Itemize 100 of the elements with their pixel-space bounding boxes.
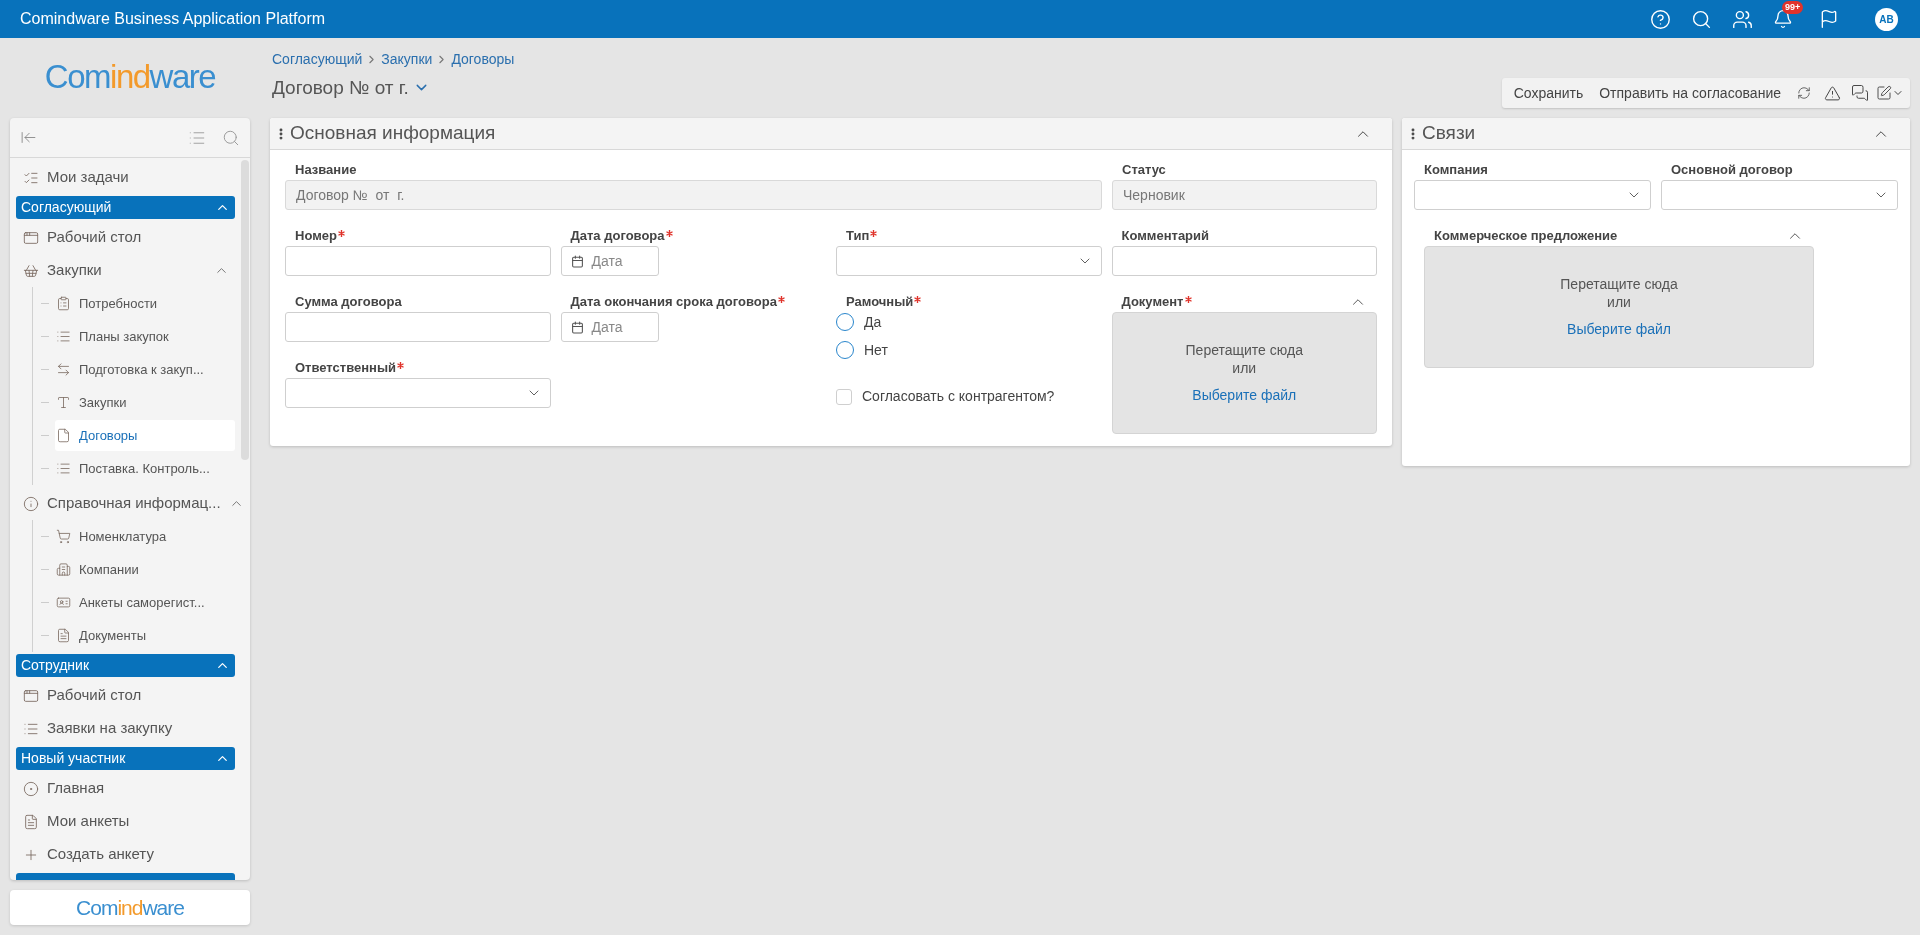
notification-badge: 99+ <box>1782 1 1804 14</box>
field-label: Коммерческое предложение <box>1434 227 1618 246</box>
users-icon[interactable] <box>1732 8 1753 30</box>
page-title: Договор № от г. <box>272 75 409 100</box>
nav-item[interactable]: Потребности <box>55 288 235 319</box>
radio-label: Да <box>864 312 882 332</box>
toolbar-button[interactable]: Отправить на согласование <box>1593 80 1787 106</box>
drop-hint: Перетащите сюда <box>1185 340 1303 359</box>
nav-item[interactable]: Главная <box>22 773 235 804</box>
field-label: Ответственный <box>295 359 396 378</box>
nav-item[interactable]: Закупки <box>55 387 235 418</box>
required-icon <box>1184 295 1192 303</box>
field-label: Название <box>295 161 357 180</box>
logo: Comindware <box>76 897 184 918</box>
nav-item[interactable]: Планы закупок <box>55 321 235 352</box>
required-icon <box>777 295 785 303</box>
field-label: Тип <box>846 227 870 246</box>
target-icon <box>23 780 39 797</box>
search-icon[interactable] <box>222 128 240 147</box>
notifications-icon[interactable] <box>1773 9 1793 29</box>
user-avatar[interactable]: AB <box>1875 7 1898 31</box>
field-label: Номер <box>295 227 337 246</box>
nav-item[interactable]: Справочная информац... <box>22 488 241 519</box>
section-header[interactable]: Сотрудник <box>16 654 235 677</box>
info-icon <box>23 495 39 512</box>
field-label: Сумма договора <box>295 293 402 312</box>
nav-item[interactable]: Мои задачи <box>22 162 235 193</box>
breadcrumb-link[interactable]: Закупки <box>381 48 433 70</box>
basket-icon <box>23 262 39 279</box>
drop-hint: или <box>1232 358 1257 377</box>
required-icon <box>665 229 673 237</box>
building-icon <box>56 562 71 577</box>
nav-item[interactable]: Номенклатура <box>55 521 235 552</box>
help-icon[interactable] <box>1650 8 1671 30</box>
nav-item[interactable]: Документы <box>55 620 235 651</box>
nav-item[interactable]: Рабочий стол <box>22 222 235 253</box>
letter-t-icon <box>56 395 71 410</box>
choose-file-link[interactable]: Выберите файл <box>1567 318 1671 340</box>
nav-item[interactable]: Договоры <box>55 420 235 451</box>
nav-item[interactable]: Анкеты саморегист... <box>55 587 235 618</box>
nav-item[interactable]: Подготовка к закуп... <box>55 354 235 385</box>
nav-item[interactable]: Компании <box>55 554 235 585</box>
breadcrumb-link[interactable]: Договоры <box>451 48 515 70</box>
field-label: Статус <box>1122 161 1166 180</box>
field-label: Документ <box>1121 293 1184 312</box>
refresh-icon[interactable] <box>1797 86 1811 100</box>
section-header[interactable]: Новый участник <box>16 747 235 770</box>
toolbar-button[interactable]: Сохранить <box>1507 80 1590 106</box>
nav-item[interactable]: Закупки <box>22 255 235 286</box>
field-label: Дата окончания срока договора <box>570 293 777 312</box>
date-field[interactable]: Дата <box>560 312 659 342</box>
dropdown-field[interactable] <box>1414 180 1651 210</box>
field-label: Основной договор <box>1671 161 1793 180</box>
calendar-icon <box>570 254 584 268</box>
clipboard-icon <box>56 296 71 311</box>
app-title: Comindware Business Application Platform <box>20 9 326 29</box>
document-icon <box>56 428 71 443</box>
nav-item[interactable]: Мои анкеты <box>22 806 235 837</box>
edit-icon[interactable] <box>1876 85 1892 101</box>
dropdown-field[interactable] <box>1661 180 1898 210</box>
flag-icon[interactable] <box>1819 9 1839 29</box>
required-icon <box>397 361 404 369</box>
required-icon <box>914 295 922 303</box>
list-icon <box>56 329 71 344</box>
logo: Comindware <box>44 59 216 93</box>
search-icon[interactable] <box>1691 8 1712 30</box>
dropdown-field[interactable] <box>836 246 1102 276</box>
id-card-icon <box>56 595 71 610</box>
nav-item[interactable]: Поставка. Контроль... <box>55 453 235 484</box>
collapse-sidebar-icon[interactable] <box>20 129 37 146</box>
document-icon <box>56 628 71 643</box>
nav-item[interactable]: Рабочий стол <box>22 680 235 711</box>
choose-file-link[interactable]: Выберите файл <box>1192 384 1297 406</box>
checkbox[interactable] <box>836 388 852 405</box>
cart-icon <box>56 529 71 544</box>
drop-hint: Перетащите сюда <box>1560 274 1678 293</box>
required-icon <box>870 229 878 237</box>
readonly-field: Черновик <box>1112 180 1377 210</box>
chat-icon[interactable] <box>1851 84 1869 102</box>
field-label: Рамочный <box>846 293 914 312</box>
file-drop-zone[interactable]: Перетащите сюда или Выберите файл <box>1111 312 1377 434</box>
input-field[interactable] <box>285 246 551 276</box>
nav-item[interactable]: Заявки на закупку <box>22 713 235 744</box>
radio-label: Нет <box>864 340 888 360</box>
list-icon <box>56 461 71 476</box>
required-icon <box>337 229 345 237</box>
checkbox-label: Согласовать с контрагентом? <box>862 387 1055 406</box>
section-header[interactable]: Согласующий <box>16 196 235 219</box>
field-label: Дата договора <box>570 227 665 246</box>
dropdown-field[interactable] <box>285 378 551 408</box>
breadcrumb-link[interactable]: Согласующий <box>272 48 363 70</box>
input-field[interactable] <box>285 312 551 342</box>
nav-item[interactable]: Создать анкету <box>22 839 235 870</box>
document-icon <box>23 813 39 830</box>
file-drop-zone[interactable]: Перетащите сюда или Выберите файл <box>1424 246 1814 368</box>
date-field[interactable]: Дата <box>560 246 659 276</box>
input-field[interactable] <box>1111 246 1377 276</box>
arrows-icon <box>56 362 71 377</box>
calendar-icon <box>570 320 584 334</box>
warning-icon[interactable] <box>1824 84 1841 102</box>
